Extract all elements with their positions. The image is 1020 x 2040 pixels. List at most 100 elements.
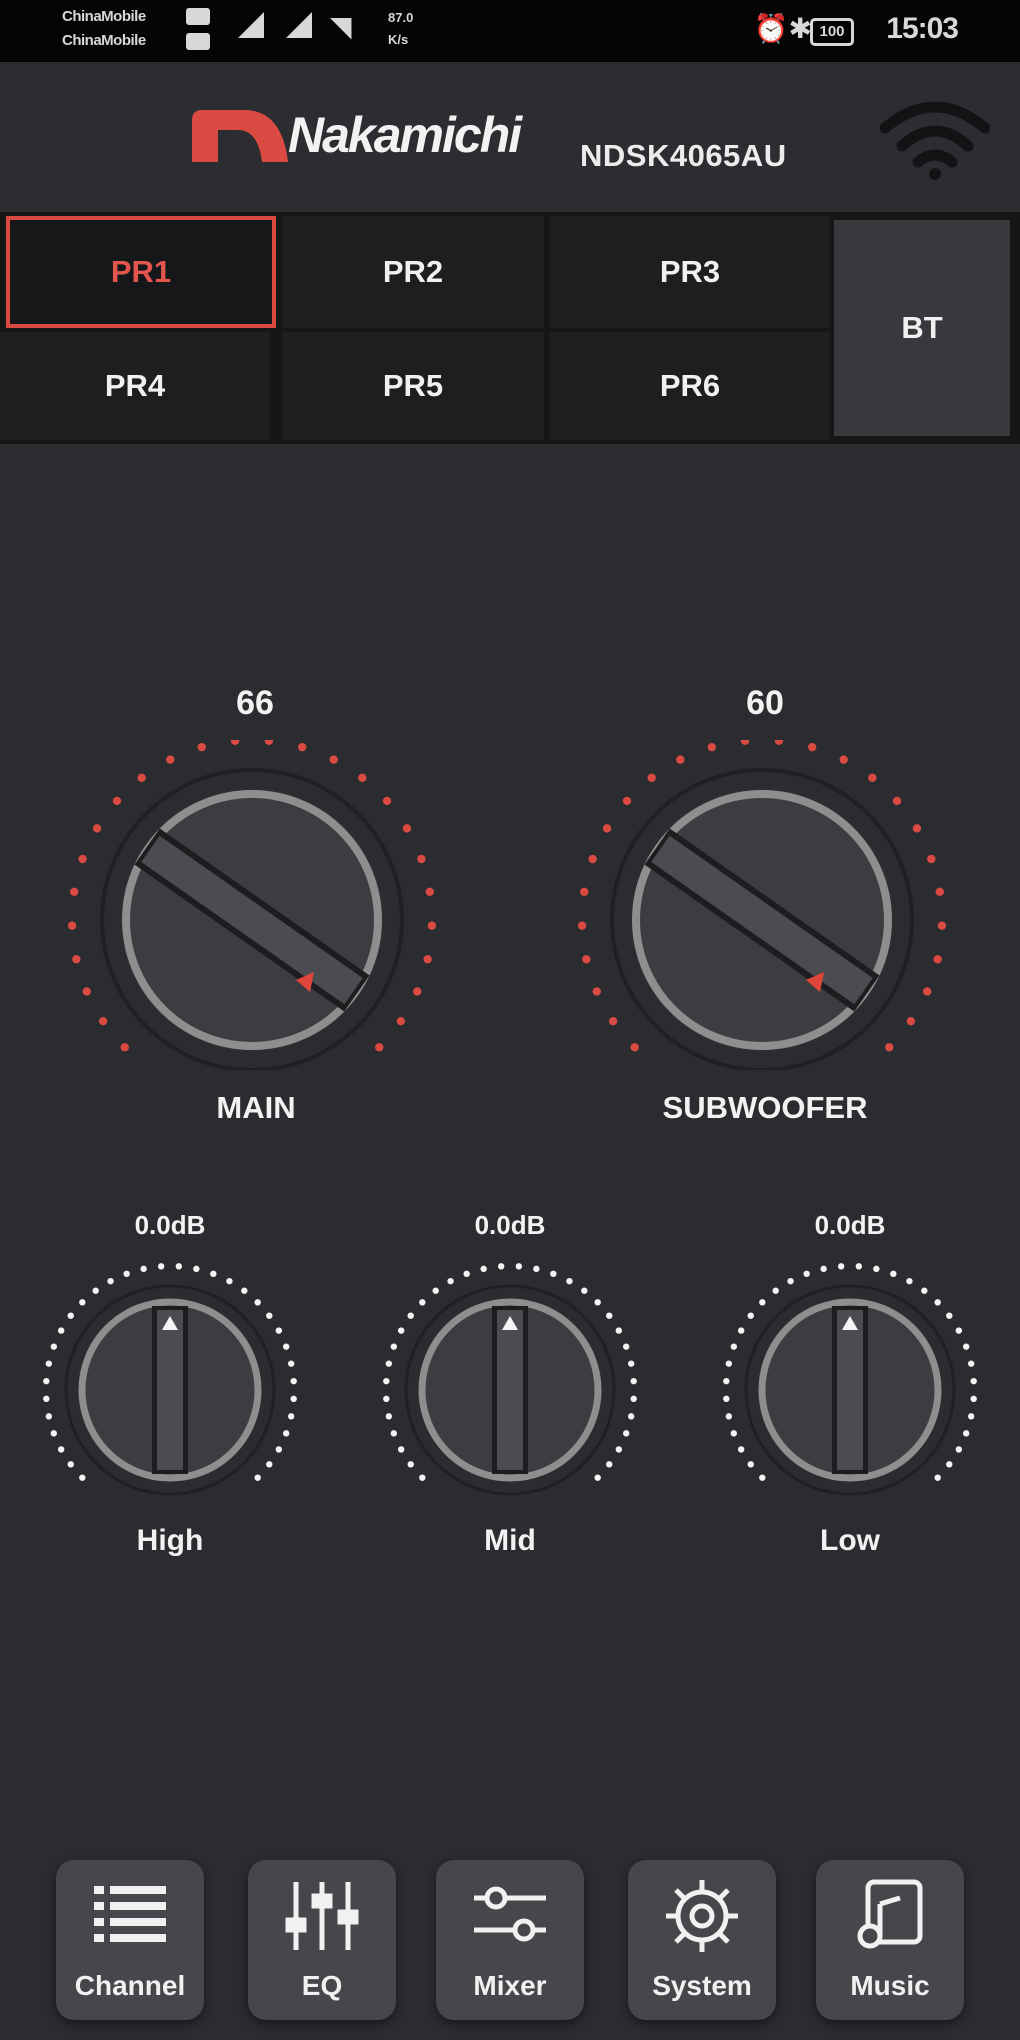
mid-gain-value: 0.0dB <box>474 1210 546 1240</box>
knob-dot <box>921 1287 928 1294</box>
knob-dot <box>615 1327 623 1334</box>
knob-dot <box>630 1043 639 1052</box>
knob-dot <box>383 1395 390 1403</box>
mid-tone-knob[interactable] <box>370 1250 650 1500</box>
knob-dot <box>855 1263 863 1270</box>
knob-dot <box>622 1430 630 1437</box>
high-tone-label: High <box>136 1524 204 1557</box>
knob-dot <box>241 1287 248 1294</box>
low-tone-knob[interactable] <box>710 1250 990 1500</box>
nav-eq-button[interactable]: EQ <box>248 1860 396 2020</box>
knob-dot <box>157 1263 165 1270</box>
main-volume-knob[interactable] <box>52 740 452 1070</box>
knob-dot <box>397 1327 405 1334</box>
knob-dot <box>254 1474 261 1481</box>
carrier-1-label: ChinaMobile <box>62 8 146 25</box>
knob-dot <box>808 742 817 752</box>
bluetooth-button[interactable]: BT <box>834 220 1010 436</box>
knob-dot <box>912 824 922 833</box>
knob-dot <box>417 854 426 864</box>
knob-dot <box>627 1360 635 1367</box>
knob-dot <box>463 1270 470 1278</box>
knob-dot <box>210 1270 217 1278</box>
knob-dot <box>425 887 434 897</box>
knob-dot <box>226 1277 233 1285</box>
knob-dot <box>962 1430 970 1437</box>
knob-dot <box>407 1461 414 1468</box>
alarm-bluetooth-icons: ⏰✱ <box>753 13 812 44</box>
knob-dot <box>934 1299 941 1306</box>
knob-dot <box>594 1474 601 1481</box>
knob-dot <box>580 887 589 897</box>
knob-dot <box>962 1343 970 1350</box>
knob-dot <box>254 1299 261 1306</box>
eq-sliders-icon <box>285 1882 359 1950</box>
knob-dot <box>67 1312 74 1319</box>
preset-pr3-button[interactable]: PR3 <box>550 216 830 328</box>
knob-dot <box>275 1327 283 1334</box>
high-tone-knob[interactable] <box>30 1250 310 1500</box>
knob-dot <box>606 1461 613 1468</box>
knob-dot <box>885 1043 894 1052</box>
nav-system-button[interactable]: System <box>628 1860 776 2020</box>
knob-dot <box>402 824 412 833</box>
knob-dot <box>725 1360 733 1367</box>
knob-dot <box>67 1461 74 1468</box>
knob-dot <box>282 1430 290 1437</box>
knob-dot <box>967 1360 975 1367</box>
knob-dot <box>383 1377 390 1385</box>
nav-music-button[interactable]: Music <box>816 1860 964 2020</box>
knob-dot <box>927 854 936 864</box>
sim-2-icon <box>186 33 210 50</box>
knob-dot <box>419 1299 426 1306</box>
low-tone-label: Low <box>820 1524 880 1557</box>
knob-dot <box>423 955 432 964</box>
knob-dot <box>946 1312 953 1319</box>
knob-dot <box>707 742 716 752</box>
knob-dot <box>447 1277 454 1285</box>
knob-dot <box>737 1446 745 1453</box>
wifi-connection-icon[interactable] <box>880 98 990 180</box>
knob-dot <box>290 1377 297 1385</box>
knob-dot <box>759 1299 766 1306</box>
knob-dot <box>70 887 79 897</box>
knob-dot <box>892 796 902 806</box>
knob-dot <box>630 1377 637 1385</box>
mixer-icon <box>474 1886 546 1942</box>
knob-dot <box>287 1413 295 1420</box>
knob-dot <box>608 1016 618 1026</box>
knob-dot <box>427 921 437 930</box>
knob-dot <box>515 1263 523 1270</box>
music-note-icon <box>857 1879 923 1949</box>
knob-dot <box>390 1430 398 1437</box>
preset-pr6-button[interactable]: PR6 <box>550 332 830 440</box>
knob-dot <box>193 1265 200 1273</box>
knob-dot <box>43 1395 50 1403</box>
knob-dot <box>967 1413 975 1420</box>
clock: 15:03 <box>886 12 959 45</box>
subwoofer-volume-value: 60 <box>746 684 784 722</box>
knob-dot <box>45 1360 53 1367</box>
knob-dot <box>137 773 146 782</box>
knob-dot <box>397 1446 405 1453</box>
knob-dot <box>79 1299 86 1306</box>
knob-dot <box>275 1446 283 1453</box>
nav-channel-button[interactable]: Channel <box>56 1860 204 2020</box>
knob-dot <box>120 1043 129 1052</box>
preset-pr5-button[interactable]: PR5 <box>282 332 544 440</box>
channel-list-icon <box>94 1886 166 1942</box>
knob-dot <box>57 1327 65 1334</box>
preset-pr2-button[interactable]: PR2 <box>282 216 544 328</box>
main-volume-value: 66 <box>236 684 274 722</box>
nav-mixer-label: Mixer <box>473 1970 547 2001</box>
knob-dot <box>581 1287 588 1294</box>
preset-pr4-button[interactable]: PR4 <box>0 332 270 440</box>
nav-eq-label: EQ <box>301 1970 343 2001</box>
knob-dot <box>290 1395 297 1403</box>
preset-pr1-button[interactable]: PR1 <box>6 216 276 328</box>
knob-dot <box>533 1265 540 1273</box>
nav-mixer-button[interactable]: Mixer <box>436 1860 584 2020</box>
subwoofer-volume-knob[interactable] <box>562 740 962 1070</box>
knob-dot <box>588 854 597 864</box>
knob-dot <box>606 1312 613 1319</box>
